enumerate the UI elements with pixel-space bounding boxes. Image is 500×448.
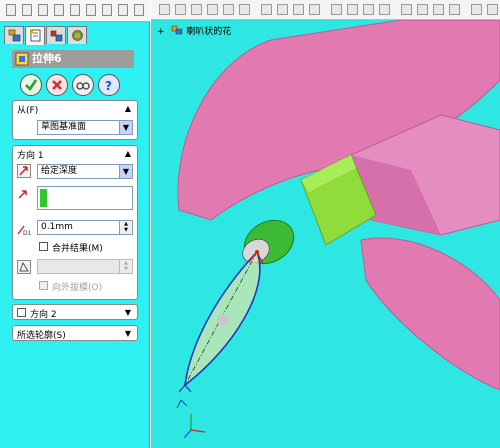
chevron-down-icon[interactable]: ▼ [125,308,131,317]
draft-angle-input[interactable]: ▲ ▼ [37,259,133,274]
help-button[interactable]: ? [98,74,120,96]
end-condition-select[interactable]: 给定深度 ▼ [37,164,133,179]
direction-arrow-icon [18,190,27,199]
property-icon [30,29,41,42]
question-icon: ? [105,79,112,93]
direction2-checkbox[interactable] [17,308,26,317]
direction2-group: 方向 2 ▼ [12,304,138,320]
view-tool-icon[interactable] [363,4,374,15]
toolbar-button-icon[interactable] [86,4,96,16]
toolbar-button-icon[interactable] [134,4,144,16]
selected-contours-group: 所选轮廓(S) ▼ [12,325,138,341]
depth-value: 0.1mm [41,222,73,232]
depth-input[interactable]: 0.1mm ▲ ▼ [37,220,133,235]
model-scene [176,20,500,439]
reverse-direction-icon[interactable] [17,164,31,178]
collapse-chevron-icon[interactable]: ▲ [125,104,131,113]
collapse-chevron-icon[interactable]: ▲ [125,149,131,158]
view-toolbar [151,0,500,20]
toolbar-button-icon[interactable] [118,4,128,16]
chevron-down-icon[interactable]: ▼ [125,329,131,338]
view-tool-icon[interactable] [433,4,444,15]
depth-icon: D1 [17,225,32,236]
chevron-down-icon: ▼ [119,165,132,178]
preview-handle[interactable] [217,314,229,326]
draft-icon[interactable] [17,260,31,274]
top-toolbar-strip [0,0,150,22]
view-tool-icon[interactable] [239,4,250,15]
direction-reference-box[interactable] [37,186,133,210]
toolbar-button-icon[interactable] [6,4,16,16]
direction1-group: 方向 1 ▲ 给定深度 ▼ D1 0.1mm ▲ ▼ 合并结果(M) ▲ ▼ 向… [12,145,138,300]
selection-indicator [40,189,47,207]
glasses-icon [76,82,90,90]
toolbar-button-icon[interactable] [102,4,112,16]
view-tool-icon[interactable] [401,4,412,15]
view-tool-icon[interactable] [417,4,428,15]
feature-tree-icon [8,29,21,42]
tab-configuration-manager[interactable] [46,26,66,44]
configuration-icon [50,30,63,42]
end-condition-value: 给定深度 [41,166,78,176]
x-icon [52,80,62,90]
spin-arrows-icon[interactable]: ▲ ▼ [119,221,132,234]
view-tool-icon[interactable] [293,4,304,15]
feature-title: 拉伸6 [32,52,62,65]
merge-result-checkbox[interactable] [39,242,48,251]
svg-text:?: ? [105,79,112,93]
view-tool-icon[interactable] [347,4,358,15]
manager-tabs [0,26,150,45]
view-tool-icon[interactable] [175,4,186,15]
cancel-button[interactable] [46,74,68,96]
draft-outward-label: 向外拔模(O) [52,283,103,293]
selected-contours-header: 所选轮廓(S) [17,331,66,341]
from-header: 从(F) [17,106,39,116]
from-start-value: 草图基准面 [41,122,87,132]
view-tool-icon[interactable] [277,4,288,15]
sketch-origin-point [255,250,259,254]
view-tool-icon[interactable] [379,4,390,15]
direction1-header: 方向 1 [17,151,44,161]
view-tool-icon[interactable] [471,4,482,15]
toolbar-button-icon[interactable] [54,4,64,16]
petal-lower [360,237,500,391]
spin-arrows-icon: ▲ ▼ [119,260,132,273]
end-arrow-icon [178,384,192,393]
tab-display-manager[interactable] [67,26,87,44]
draft-outward-checkbox[interactable] [39,281,48,290]
view-tool-icon[interactable] [449,4,460,15]
tab-feature-manager[interactable] [4,26,24,44]
from-group: 从(F) ▲ 草图基准面 ▼ [12,100,138,140]
view-tool-icon[interactable] [159,4,170,15]
tick-mark-icon [176,399,188,409]
property-manager-panel: 拉伸6 ? 从(F) ▲ 草图基准面 ▼ 方向 1 ▲ 给定深度 ▼ D1 0.… [0,0,150,448]
ok-button[interactable] [20,74,42,96]
view-tool-icon[interactable] [223,4,234,15]
checkmark-icon [25,79,38,92]
toolbar-button-icon[interactable] [22,4,32,16]
view-tool-icon[interactable] [331,4,342,15]
detailed-preview-button[interactable] [72,74,94,96]
view-tool-icon[interactable] [261,4,272,15]
toolbar-button-icon[interactable] [38,4,48,16]
chevron-down-icon: ▼ [119,121,132,134]
app-window: 拉伸6 ? 从(F) ▲ 草图基准面 ▼ 方向 1 ▲ 给定深度 ▼ D1 0.… [0,0,500,448]
from-start-select[interactable]: 草图基准面 ▼ [37,120,133,135]
feature-title-bar: 拉伸6 [12,50,134,68]
extrude-feature-icon [15,52,29,66]
view-tool-icon[interactable] [487,4,498,15]
direction2-header: 方向 2 [30,310,57,320]
view-tool-icon[interactable] [191,4,202,15]
view-tool-icon[interactable] [309,4,320,15]
tab-property-manager[interactable] [25,26,45,45]
view-tool-icon[interactable] [207,4,218,15]
svg-text:D1: D1 [23,230,32,236]
graphics-viewport[interactable]: + 喇叭状的花 [151,0,500,448]
merge-result-label: 合并结果(M) [52,244,103,254]
toolbar-button-icon[interactable] [70,4,80,16]
display-icon [72,30,83,41]
coordinate-triad-icon [183,414,206,439]
